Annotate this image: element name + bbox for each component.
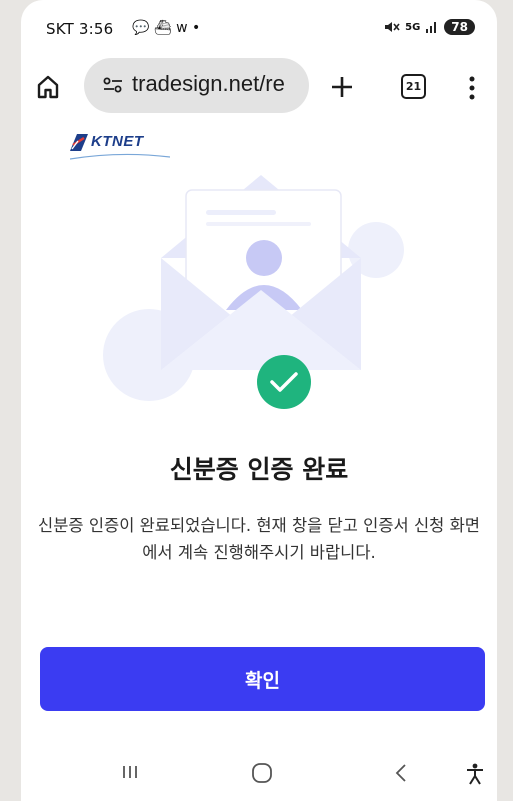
- url-text: tradesign.net/re: [132, 71, 285, 96]
- ktnet-logo-icon: [70, 134, 88, 151]
- more-menu-icon[interactable]: [467, 74, 477, 102]
- page-title: 신분증 인증 완료: [169, 455, 349, 484]
- status-bar: SKT 3:56 💬 ⛴ w • 5G 78: [21, 0, 497, 56]
- mute-icon: [385, 22, 400, 32]
- confirm-button[interactable]: 확인: [40, 647, 485, 711]
- logo-swoosh: [70, 153, 170, 160]
- tab-switcher-button[interactable]: 21: [401, 74, 426, 99]
- back-nav-icon[interactable]: [394, 763, 408, 783]
- status-time: SKT 3:56: [46, 20, 114, 38]
- signal-icon: [426, 22, 437, 33]
- home-nav-icon[interactable]: [251, 763, 273, 783]
- accessibility-icon[interactable]: [465, 763, 485, 785]
- home-icon[interactable]: [35, 74, 61, 100]
- ktnet-logo-text: KTNET: [91, 133, 144, 150]
- completion-message: 신분증 인증이 완료되었습니다. 현재 창을 닫고 인증서 신청 화면에서 계속…: [38, 516, 480, 562]
- site-settings-icon[interactable]: [103, 77, 123, 93]
- android-nav-bar: [21, 745, 497, 801]
- phone-screen: SKT 3:56 💬 ⛴ w • 5G 78 tradesign.net/re …: [21, 0, 497, 801]
- recent-apps-icon[interactable]: [121, 763, 139, 781]
- battery-icon: 78: [444, 19, 475, 35]
- success-check-icon: [257, 355, 311, 409]
- new-tab-icon[interactable]: [328, 73, 356, 101]
- ktnet-logo: KTNET: [68, 133, 178, 160]
- status-right: 5G 78: [384, 19, 475, 35]
- network-type: 5G: [405, 21, 421, 33]
- notification-icons: 💬 ⛴ w •: [132, 20, 201, 36]
- verification-illustration: [103, 175, 404, 409]
- browser-toolbar: tradesign.net/re 21: [21, 58, 497, 113]
- url-bar[interactable]: tradesign.net/re: [84, 58, 309, 113]
